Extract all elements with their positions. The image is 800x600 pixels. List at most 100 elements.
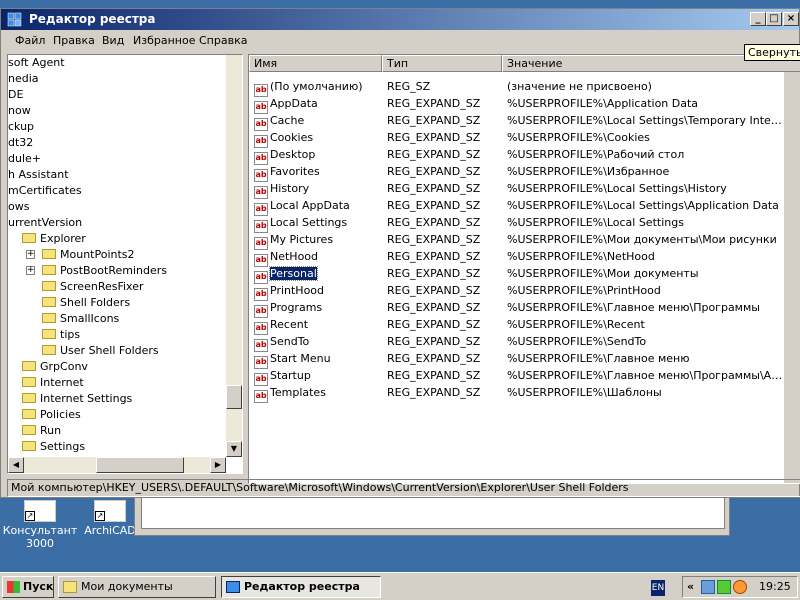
maximize-button[interactable]: □ xyxy=(766,12,782,26)
scrollbar-thumb[interactable] xyxy=(226,385,242,409)
column-header-name[interactable]: Имя xyxy=(249,55,382,72)
security-icon[interactable] xyxy=(717,580,731,594)
table-row[interactable]: ab PrintHood REG_EXPAND_SZ %USERPROFILE%\Pr… xyxy=(249,282,800,301)
folder-icon xyxy=(22,377,36,387)
table-row[interactable]: ab Local AppData REG_EXPAND_SZ %USERPROFILE… xyxy=(249,197,800,216)
tree-node[interactable]: ckup xyxy=(8,119,34,135)
tree-node[interactable]: urrentVersion xyxy=(8,215,82,231)
tree-node[interactable]: Internet Settings xyxy=(22,391,132,407)
column-header-type[interactable]: Тип xyxy=(382,55,502,72)
network-icon[interactable] xyxy=(701,580,715,594)
tree-horizontal-scrollbar[interactable]: ◀ ▶ xyxy=(8,457,226,473)
value-data: %USERPROFILE%\Local Settings\Application… xyxy=(507,199,779,212)
value-type: REG_EXPAND_SZ xyxy=(387,97,481,110)
tree-node[interactable]: Internet xyxy=(22,375,84,391)
tree-node[interactable]: nedia xyxy=(8,71,39,87)
folder-icon xyxy=(22,409,36,419)
maximize-icon: □ xyxy=(769,13,779,24)
value-type: REG_EXPAND_SZ xyxy=(387,352,481,365)
tree-node[interactable]: now xyxy=(8,103,31,119)
table-row[interactable]: ab NetHood REG_EXPAND_SZ %USERPROFILE%\NetH… xyxy=(249,248,800,267)
tree-node[interactable]: Shell Folders xyxy=(42,295,130,311)
tree-node[interactable]: tips xyxy=(42,327,80,343)
value-data: %USERPROFILE%\NetHood xyxy=(507,250,655,263)
tree-node-label: PostBootReminders xyxy=(60,264,167,277)
language-indicator[interactable]: EN xyxy=(651,580,665,596)
value-type: REG_EXPAND_SZ xyxy=(387,131,481,144)
table-row[interactable]: ab Personal REG_EXPAND_SZ %USERPROFILE%\Мои… xyxy=(249,265,800,284)
task-regedit[interactable]: Редактор реестра xyxy=(221,576,381,598)
tree-node[interactable]: Run xyxy=(22,423,61,439)
tree-node[interactable]: ScreenResFixer xyxy=(42,279,144,295)
minimize-button[interactable]: _ xyxy=(750,12,766,26)
menu-edit[interactable]: Правка xyxy=(53,34,95,47)
tree-node[interactable]: User Shell Folders xyxy=(42,343,159,359)
table-row[interactable]: ab Cache REG_EXPAND_SZ %USERPROFILE%\Local … xyxy=(249,112,800,131)
value-data: %USERPROFILE%\Избранное xyxy=(507,165,670,178)
tree-node-label: Internet xyxy=(40,376,84,389)
table-row[interactable]: ab History REG_EXPAND_SZ %USERPROFILE%\Loca… xyxy=(249,180,800,199)
tray-expand-chevron-icon[interactable]: « xyxy=(687,580,694,593)
tree-expand-icon[interactable]: + xyxy=(26,250,35,259)
menu-file[interactable]: Файл xyxy=(15,34,45,47)
update-icon[interactable] xyxy=(733,580,747,594)
task-label: Редактор реестра xyxy=(244,580,360,593)
scroll-left-arrow-icon[interactable]: ◀ xyxy=(8,457,24,473)
values-list[interactable]: Имя Тип Значение ab (По умолчанию) REG_SZ(… xyxy=(248,54,800,484)
tree-vertical-scrollbar[interactable]: ▼ xyxy=(226,55,242,457)
desktop-icon-archicad[interactable]: ↗ ArchiCAD xyxy=(80,500,140,537)
tree-node[interactable]: ows xyxy=(8,199,29,215)
value-data: %USERPROFILE%\Local Settings xyxy=(507,216,684,229)
table-row[interactable]: ab SendTo REG_EXPAND_SZ %USERPROFILE%\SendT… xyxy=(249,333,800,352)
tree-node[interactable]: GrpConv xyxy=(22,359,88,375)
table-row[interactable]: ab Recent REG_EXPAND_SZ %USERPROFILE%\Recen… xyxy=(249,316,800,335)
value-data: %USERPROFILE%\Рабочий стол xyxy=(507,148,685,161)
table-row[interactable]: ab Cookies REG_EXPAND_SZ %USERPROFILE%\Cook… xyxy=(249,129,800,148)
table-row[interactable]: ab Desktop REG_EXPAND_SZ %USERPROFILE%\Рабо… xyxy=(249,146,800,165)
tree-node[interactable]: h Assistant xyxy=(8,167,69,183)
tree-node[interactable]: dt32 xyxy=(8,135,33,151)
value-type: REG_EXPAND_SZ xyxy=(387,386,481,399)
tree-expand-icon[interactable]: + xyxy=(26,266,35,275)
table-row[interactable]: ab Programs REG_EXPAND_SZ %USERPROFILE%\Гла… xyxy=(249,299,800,318)
tree-node[interactable]: + MountPoints2 xyxy=(26,247,135,263)
key-tree[interactable]: soft Agent nedia DE now ckup dt32 dule+ h Assis… xyxy=(7,54,243,474)
tree-node[interactable]: Settings xyxy=(22,439,85,455)
scroll-right-arrow-icon[interactable]: ▶ xyxy=(210,457,226,473)
tree-node[interactable]: DE xyxy=(8,87,23,103)
close-button[interactable]: × xyxy=(783,12,799,26)
list-vertical-scrollbar[interactable] xyxy=(784,72,800,483)
tree-node[interactable]: Explorer xyxy=(22,231,86,247)
scroll-down-arrow-icon[interactable]: ▼ xyxy=(226,441,242,457)
table-row[interactable]: ab My Pictures REG_EXPAND_SZ %USERPROFILE%\… xyxy=(249,231,800,250)
status-bar: Мой компьютер\HKEY_USERS\.DEFAULT\Softwa… xyxy=(7,479,800,497)
tree-node[interactable]: Policies xyxy=(22,407,81,423)
title-bar[interactable]: Редактор реестра _ □ × xyxy=(1,9,799,30)
tree-node[interactable]: + PostBootReminders xyxy=(26,263,167,279)
table-row[interactable]: ab Startup REG_EXPAND_SZ %USERPROFILE%\Глав… xyxy=(249,367,800,386)
tree-node[interactable]: soft Agent xyxy=(8,55,65,71)
table-row[interactable]: ab (По умолчанию) REG_SZ (значение не присв… xyxy=(249,78,800,97)
table-row[interactable]: ab Templates REG_EXPAND_SZ %USERPROFILE%\Ша… xyxy=(249,384,800,403)
desktop-icon-konsultant[interactable]: ↗ Консультант 3000 xyxy=(0,500,80,550)
tree-node-label: ckup xyxy=(8,120,35,133)
start-button[interactable]: Пуск xyxy=(2,576,54,598)
tree-node-label: ows xyxy=(8,200,30,213)
menu-favorites[interactable]: Избранное xyxy=(133,34,195,47)
task-my-documents[interactable]: Мои документы xyxy=(58,576,216,598)
value-type: REG_SZ xyxy=(387,80,431,93)
table-row[interactable]: ab Local Settings REG_EXPAND_SZ %USERPROFIL… xyxy=(249,214,800,233)
menu-help[interactable]: Справка xyxy=(199,34,247,47)
table-row[interactable]: ab Start Menu REG_EXPAND_SZ %USERPROFILE%\Г… xyxy=(249,350,800,369)
minimize-icon: _ xyxy=(755,13,761,24)
table-row[interactable]: ab AppData REG_EXPAND_SZ %USERPROFILE%\Appl… xyxy=(249,95,800,114)
scrollbar-thumb[interactable] xyxy=(96,457,184,473)
tree-node[interactable]: mCertificates xyxy=(8,183,82,199)
tree-node[interactable]: dule+ xyxy=(8,151,41,167)
menu-view[interactable]: Вид xyxy=(102,34,124,47)
value-type: REG_EXPAND_SZ xyxy=(387,250,481,263)
value-type: REG_EXPAND_SZ xyxy=(387,335,481,348)
folder-icon xyxy=(42,313,56,323)
table-row[interactable]: ab Favorites REG_EXPAND_SZ %USERPROFILE%\Из… xyxy=(249,163,800,182)
tree-node[interactable]: SmallIcons xyxy=(42,311,119,327)
